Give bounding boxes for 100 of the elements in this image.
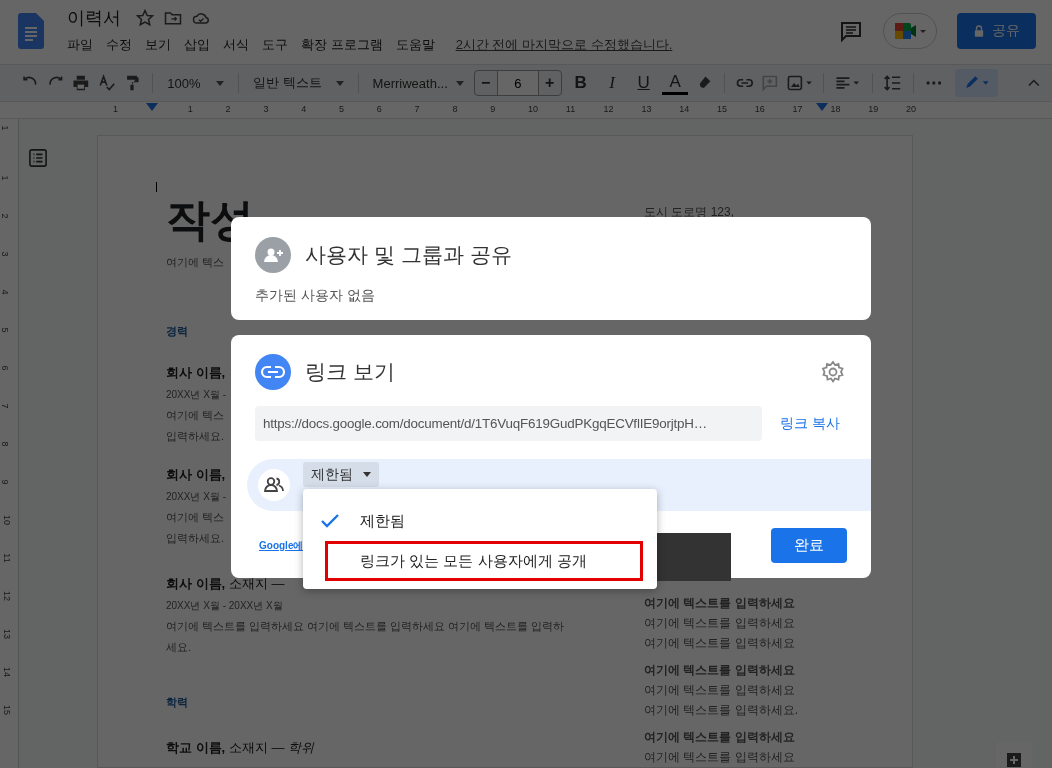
side-text: 여기에 텍스트를 입력하세요.: [644, 702, 798, 719]
image-icon[interactable]: [785, 73, 814, 93]
ruler-number: 18: [830, 104, 841, 114]
camera-icon: [893, 21, 927, 41]
last-edit-link[interactable]: 2시간 전에 마지막으로 수정했습니다.: [455, 36, 673, 54]
copy-link-button[interactable]: 링크 복사: [780, 414, 840, 433]
check-icon: [320, 513, 340, 529]
lock-icon: [973, 25, 984, 37]
ruler-number: 15: [717, 104, 727, 114]
ruler-number: 13: [2, 629, 12, 639]
side-heading: 여기에 텍스트를 입력하세요: [644, 595, 796, 612]
ruler-number: 1: [0, 175, 10, 181]
ruler-number: 10: [528, 104, 538, 114]
format-button[interactable]: A: [662, 71, 688, 95]
ruler-number: 12: [2, 591, 12, 601]
ruler-number: 13: [641, 104, 652, 114]
share-button[interactable]: 공유: [957, 13, 1036, 49]
help-link[interactable]: Google에: [259, 538, 304, 553]
ruler-number: 14: [2, 667, 12, 677]
dialog-subtitle: 추가된 사용자 없음: [255, 287, 376, 305]
ruler-number: 5: [339, 104, 344, 114]
menu-option[interactable]: 링크가 있는 모든 사용자에게 공개: [325, 541, 643, 581]
ruler-number: 3: [263, 104, 269, 114]
access-dropdown[interactable]: 제한됨: [303, 462, 379, 487]
menu-item[interactable]: 삽입: [184, 36, 210, 54]
decrease-size-button[interactable]: −: [474, 71, 497, 95]
side-text: 여기에 텍스트를 입력하세요: [644, 635, 796, 652]
menu-item[interactable]: 보기: [145, 36, 171, 54]
docs-logo-icon[interactable]: [18, 13, 44, 49]
entry-title: 학교 이름, 소재지 — 학위: [166, 740, 315, 755]
ruler-number: 9: [490, 104, 496, 114]
menu-item[interactable]: 확장 프로그램: [301, 36, 383, 54]
ruler-number: 20: [906, 104, 916, 114]
star-icon[interactable]: [135, 8, 155, 28]
ruler-number: 6: [0, 365, 10, 371]
ruler-number: 12: [603, 104, 614, 114]
add-person-icon: [255, 237, 291, 273]
body-text: 여기에 텍스: [166, 256, 225, 268]
format-button[interactable]: B: [567, 73, 594, 93]
menu-item[interactable]: 도구: [262, 36, 288, 54]
body-text: 입력하세요.: [166, 532, 225, 544]
body-text: 여기에 텍스: [166, 409, 225, 421]
entry-title: 회사 이름,: [166, 467, 226, 482]
comment-icon[interactable]: [839, 19, 863, 43]
date-range: 20XX년 X월 - 20XX년 X월: [166, 600, 283, 611]
body-text: 여기에 텍스트를 입력하세요 여기에 텍스트를 입력하세요 여기에 텍스트를 입력하세요.: [166, 620, 565, 653]
date-range: 20XX년 X월 -: [166, 491, 227, 502]
menu-option[interactable]: 제한됨: [317, 501, 643, 541]
ruler-number: 10: [2, 515, 12, 525]
menu-item[interactable]: 수정: [106, 36, 132, 54]
zoom-dropdown[interactable]: 100%: [163, 75, 229, 91]
ruler-number: 7: [414, 104, 420, 114]
ruler-number: 14: [679, 104, 690, 114]
ruler-number: 8: [452, 104, 458, 114]
ruler-number: 6: [376, 104, 382, 114]
link-icon: [255, 354, 291, 390]
settings-icon[interactable]: [821, 360, 845, 384]
ruler-number: 19: [868, 104, 879, 114]
side-text: 여기에 텍스트를 입력하세요: [644, 615, 796, 632]
ruler-number: 2: [0, 213, 10, 219]
font-size-field[interactable]: 6: [496, 71, 539, 95]
style-dropdown[interactable]: 일반 텍스트: [249, 74, 348, 92]
print-icon[interactable]: [71, 73, 91, 93]
entry-title: 회사 이름, 소재지 —: [166, 576, 285, 591]
side-heading: 여기에 텍스트를 입력하세요: [644, 662, 796, 679]
ruler-number: 3: [0, 251, 10, 257]
menu-item[interactable]: 서식: [223, 36, 249, 54]
outline-icon[interactable]: [29, 149, 47, 167]
increase-size-button[interactable]: +: [538, 71, 561, 95]
body-text: 여기에 텍스: [166, 511, 225, 523]
done-button[interactable]: 완료: [771, 528, 847, 563]
people-icon: [258, 469, 290, 501]
format-button[interactable]: U: [630, 73, 657, 93]
dialog-title: 링크 보기: [305, 359, 395, 385]
document-title[interactable]: 이력서: [67, 6, 121, 30]
section-heading: 학력: [166, 696, 188, 708]
ruler-number: 4: [301, 104, 307, 114]
menu-item[interactable]: 도움말: [395, 36, 435, 54]
ruler-number: 15: [2, 705, 12, 715]
menu-item[interactable]: 파일: [67, 36, 93, 54]
side-text: 여기에 텍스트를 입력하세요: [644, 682, 796, 699]
add-comment-icon[interactable]: [760, 73, 780, 93]
ruler-number: 11: [565, 104, 576, 114]
ruler-number: 1: [113, 104, 118, 114]
date-range: 20XX년 X월 -: [166, 389, 227, 400]
editing-mode-button[interactable]: [955, 69, 999, 97]
line-spacing-icon[interactable]: [882, 73, 903, 93]
ruler-number: 7: [0, 403, 10, 409]
meet-button[interactable]: [883, 13, 937, 49]
address-text: 도시 도로명 123,: [644, 204, 736, 221]
ruler-number: 1: [0, 125, 10, 131]
ruler-number: 4: [0, 289, 10, 295]
format-button[interactable]: I: [599, 73, 625, 93]
font-dropdown[interactable]: Merriweath...: [368, 75, 468, 91]
link-url-field[interactable]: https://docs.google.com/document/d/1T6VuqF619GudPKgqECVflIE9orjtpH…: [255, 406, 762, 441]
dialog-title: 사용자 및 그룹과 공유: [305, 242, 512, 268]
ruler-number: 5: [0, 327, 10, 333]
text-cursor: [156, 182, 157, 192]
ruler-number: 17: [792, 104, 803, 114]
entry-title: 회사 이름,: [166, 365, 226, 380]
